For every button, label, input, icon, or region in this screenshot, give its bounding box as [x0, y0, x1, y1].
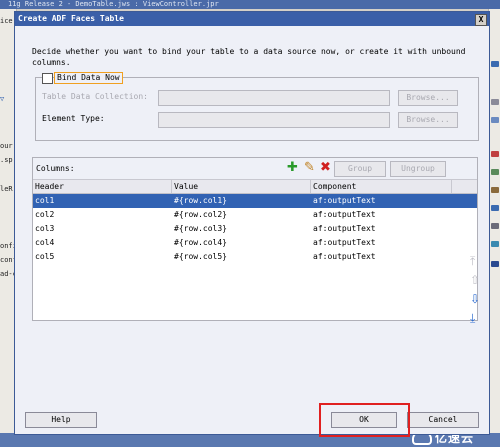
move-to-bottom-icon[interactable]: ⤓: [470, 311, 475, 325]
move-down-icon[interactable]: ⇩: [470, 292, 480, 306]
component-icon[interactable]: [491, 99, 499, 105]
table-data-collection-field: [158, 90, 390, 106]
row-value-cell: #{row.col4}: [174, 238, 227, 247]
row-value-cell: #{row.col5}: [174, 252, 227, 261]
dialog-description: Decide whether you want to bind your tab…: [32, 47, 466, 67]
header-column-heading[interactable]: Header: [33, 180, 172, 193]
row-component-cell: af:outputText: [313, 252, 376, 261]
move-to-top-icon: ⤒: [470, 254, 476, 268]
add-column-icon[interactable]: ✚: [287, 161, 298, 175]
bind-data-now-label[interactable]: Bind Data Now: [54, 72, 123, 84]
component-icon[interactable]: [491, 117, 499, 123]
group-button: Group: [334, 161, 386, 177]
table-data-collection-browse-button: Browse...: [398, 90, 458, 106]
dialog-title: Create ADF Faces Table: [18, 14, 124, 23]
row-header-cell: col3: [35, 224, 55, 233]
element-type-label: Element Type:: [42, 114, 105, 123]
table-row[interactable]: col2 #{row.col2} af:outputText: [33, 208, 477, 222]
row-value-cell: #{row.col3}: [174, 224, 227, 233]
component-icon[interactable]: [491, 205, 499, 211]
table-row[interactable]: col5 #{row.col5} af:outputText: [33, 250, 477, 264]
row-component-cell: af:outputText: [313, 210, 376, 219]
table-row[interactable]: col1 #{row.col1} af:outputText: [33, 194, 477, 208]
table-row[interactable]: col4 #{row.col4} af:outputText: [33, 236, 477, 250]
row-header-cell: col2: [35, 210, 55, 219]
component-icon[interactable]: [491, 169, 499, 175]
columns-panel: Columns: ✚ ✎ ✖ Group Ungroup Header Valu…: [32, 157, 481, 325]
row-header-cell: col1: [35, 196, 55, 205]
edit-column-icon[interactable]: ✎: [304, 161, 315, 175]
component-icon[interactable]: [491, 223, 499, 229]
cancel-button[interactable]: Cancel: [407, 412, 479, 428]
row-component-cell: af:outputText: [313, 238, 376, 247]
palette-icon[interactable]: [491, 61, 499, 67]
ide-title-bar: 11g Release 2 - DemoTable.jws : ViewCont…: [0, 0, 500, 9]
close-button[interactable]: X: [475, 14, 487, 26]
row-value-cell: #{row.col2}: [174, 210, 227, 219]
component-icon[interactable]: [491, 187, 499, 193]
move-up-icon: ⇧: [470, 273, 481, 287]
row-header-cell: col4: [35, 238, 55, 247]
row-component-cell: af:outputText: [313, 224, 376, 233]
create-adf-faces-table-dialog: Create ADF Faces Table X Decide whether …: [14, 11, 490, 437]
help-button[interactable]: Help: [25, 412, 97, 428]
component-icon[interactable]: [491, 241, 499, 247]
value-column-heading[interactable]: Value: [172, 180, 311, 193]
columns-toolbar: Columns: ✚ ✎ ✖ Group Ungroup: [33, 158, 477, 180]
table-data-collection-label: Table Data Collection:: [42, 92, 148, 101]
columns-label: Columns:: [36, 164, 75, 173]
component-icon[interactable]: [491, 151, 499, 157]
dialog-title-bar[interactable]: Create ADF Faces Table X: [15, 12, 489, 26]
ide-title: 11g Release 2 - DemoTable.jws : ViewCont…: [8, 0, 219, 8]
row-value-cell: #{row.col1}: [174, 196, 227, 205]
bind-data-now-checkbox[interactable]: [42, 73, 53, 84]
delete-column-icon[interactable]: ✖: [320, 161, 331, 175]
component-icon[interactable]: [491, 261, 499, 267]
table-row[interactable]: col3 #{row.col3} af:outputText: [33, 222, 477, 236]
row-component-cell: af:outputText: [313, 196, 376, 205]
component-column-heading[interactable]: Component: [311, 180, 452, 193]
ok-highlight-annotation: [319, 403, 410, 437]
element-type-field: [158, 112, 390, 128]
columns-table-header: Header Value Component: [33, 180, 477, 194]
row-header-cell: col5: [35, 252, 55, 261]
ungroup-button: Ungroup: [390, 161, 446, 177]
element-type-browse-button: Browse...: [398, 112, 458, 128]
bind-data-group: Bind Data Now Table Data Collection: Bro…: [35, 72, 479, 141]
